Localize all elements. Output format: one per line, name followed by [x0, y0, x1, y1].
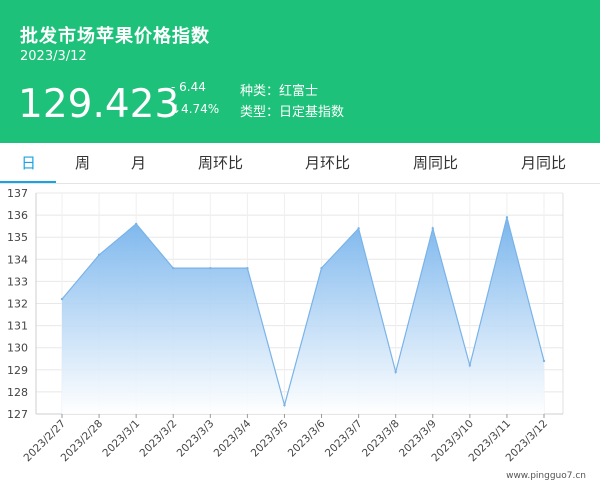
tab-week-year-on-year[interactable]: 周同比: [413, 143, 458, 183]
y-tick-label: 127: [7, 408, 28, 421]
change-percent: ↓4.74%: [171, 102, 220, 116]
y-tick-label: 130: [7, 342, 28, 355]
y-tick-label: 131: [7, 320, 28, 333]
data-point: [209, 266, 212, 270]
price-chart: 1271281291301311321331341351361372023/2/…: [7, 187, 564, 464]
data-point: [246, 266, 249, 270]
data-point: [283, 403, 286, 407]
variety-value: 红富士: [279, 84, 319, 99]
type-info: 类型：日定基指数: [240, 101, 344, 120]
y-tick-label: 136: [7, 209, 28, 222]
tab-week[interactable]: 周: [75, 143, 90, 183]
series-area-fill: [62, 217, 544, 414]
x-tick-label: 2023/3/2: [138, 418, 180, 460]
data-point: [394, 370, 397, 374]
tab-month-year-on-year[interactable]: 月同比: [521, 143, 566, 183]
page-title: 批发市场苹果价格指数: [20, 26, 210, 47]
data-point: [505, 216, 509, 219]
data-point: [172, 266, 175, 270]
tab-day[interactable]: 日: [21, 143, 36, 183]
y-tick-label: 135: [7, 231, 28, 244]
y-tick-label: 129: [7, 364, 28, 377]
tab-month-on-month[interactable]: 月环比: [305, 143, 350, 183]
data-point: [134, 222, 138, 226]
y-tick-label: 133: [7, 275, 28, 288]
y-tick-label: 134: [7, 253, 28, 266]
type-label: 类型：: [240, 105, 280, 120]
data-point: [468, 364, 472, 367]
tab-week-on-week[interactable]: 周环比: [198, 143, 243, 183]
x-tick-label: 2023/3/5: [249, 418, 291, 460]
x-tick-label: 2023/3/8: [360, 418, 402, 460]
data-point: [431, 227, 434, 230]
tab-month[interactable]: 月: [131, 143, 146, 183]
header: 批发市场苹果价格指数 2023/3/12 129.423 - 6.44 ↓4.7…: [0, 0, 600, 143]
x-tick-label: 2023/3/3: [175, 418, 217, 460]
variety-info: 种类：红富士: [240, 80, 318, 99]
y-tick-label: 128: [7, 386, 28, 399]
y-tick-label: 132: [7, 298, 28, 311]
data-point: [60, 297, 64, 301]
watermark: www.pingguo7.cn: [506, 471, 586, 481]
x-tick-label: 2023/3/4: [212, 417, 254, 459]
period-tabs: 日 周 月 周环比 月环比 周同比 月同比: [0, 143, 600, 184]
y-tick-label: 137: [7, 187, 28, 200]
data-point: [542, 359, 546, 363]
variety-label: 种类：: [240, 84, 280, 99]
x-tick-label: 2023/3/7: [323, 418, 365, 460]
type-value: 日定基指数: [279, 105, 345, 120]
data-point: [97, 253, 101, 257]
x-tick-label: 2023/3/1: [100, 418, 142, 460]
data-point: [320, 266, 323, 270]
index-value: 129.423: [18, 82, 180, 127]
change-value: - 6.44: [171, 80, 206, 94]
data-point: [357, 227, 360, 230]
date-label: 2023/3/12: [20, 49, 87, 64]
x-tick-label: 2023/3/6: [286, 417, 328, 459]
